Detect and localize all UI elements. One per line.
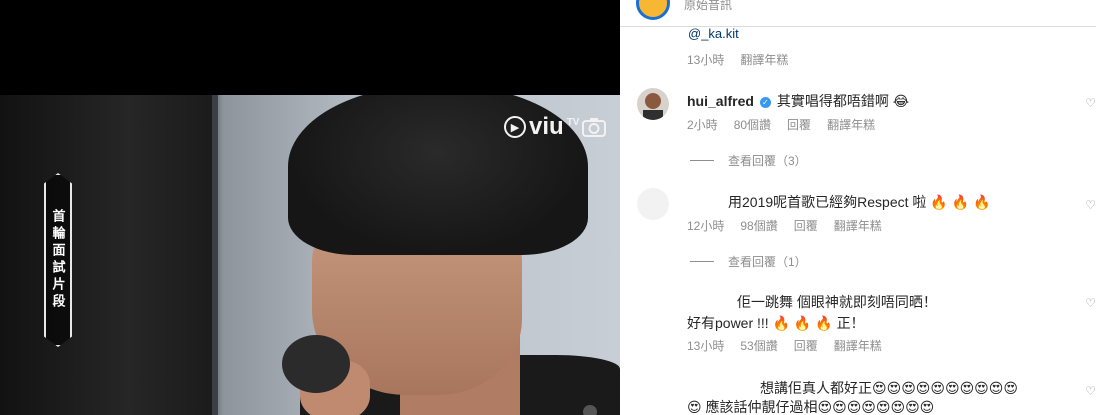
- more-options-icon[interactable]: [583, 405, 597, 415]
- avatar-photo-icon: [637, 88, 669, 120]
- heart-eyes-emoji: 😍😍😍😍😍😍😍😍: [817, 399, 935, 415]
- view-replies-label[interactable]: 查看回覆（1）: [728, 253, 807, 270]
- microphone: [282, 335, 350, 393]
- comment-body: 其實唱得都唔錯啊: [776, 93, 889, 109]
- video-player[interactable]: ▶ viu TV 首輪面試片段: [0, 0, 620, 415]
- original-audio-label[interactable]: 原始音訊: [684, 0, 732, 13]
- comment-text-3a: 佢一跳舞 個眼神就即刻唔同晒！: [737, 292, 937, 312]
- camera-icon: [582, 118, 607, 137]
- reply-button[interactable]: 回覆: [794, 337, 818, 354]
- reply-button[interactable]: 回覆: [794, 217, 818, 234]
- comment-body-line2: 好有power !!!: [687, 315, 769, 331]
- comment-meta-1: 2小時 80個讚 回覆 翻譯年糕: [687, 116, 875, 133]
- replies-dash: [690, 160, 714, 161]
- comment-text-4b: 😍 應該話仲靚仔過相😍😍😍😍😍😍😍😍: [687, 397, 934, 415]
- comment-meta-2: 12小時 98個讚 回覆 翻譯年糕: [687, 217, 882, 234]
- translate-button[interactable]: 翻譯年糕: [834, 337, 882, 354]
- view-replies-1[interactable]: 查看回覆（3）: [690, 152, 807, 169]
- comment-username[interactable]: hui_alfred: [687, 93, 754, 109]
- heart-icon[interactable]: ♡: [1085, 384, 1096, 398]
- comment-time: 13小時: [687, 53, 725, 67]
- heart-icon[interactable]: ♡: [1085, 96, 1096, 110]
- post-header: 原始音訊: [620, 0, 1096, 27]
- comment-time: 12小時: [687, 219, 725, 233]
- avatar[interactable]: [637, 88, 669, 120]
- comments-panel: 原始音訊 @_ka.kit 13小時 翻譯年糕 hui_alfred ✓ 其實唱得都…: [620, 0, 1096, 415]
- heart-icon[interactable]: ♡: [1085, 296, 1096, 310]
- clip-badge-text: 首輪面試片段: [50, 209, 66, 311]
- fire-emoji: 🔥 🔥 🔥: [930, 194, 991, 210]
- comment-body-end: 正！: [836, 315, 865, 331]
- viu-brand-text: viu: [529, 113, 564, 140]
- comment-meta-3: 13小時 53個讚 回覆 翻譯年糕: [687, 337, 882, 354]
- translate-button[interactable]: 翻譯年糕: [740, 51, 788, 68]
- likes-count[interactable]: 98個讚: [740, 217, 777, 234]
- video-backdrop-curtain: [0, 95, 215, 415]
- comment-text-2: 用2019呢首歌已經夠Respect 啦 🔥 🔥 🔥: [728, 192, 990, 212]
- heart-icon[interactable]: ♡: [1085, 198, 1096, 212]
- laugh-emoji: 😂: [892, 93, 910, 109]
- reply-button[interactable]: 回覆: [787, 116, 811, 133]
- comment-text-4a: 想講佢真人都好正😍😍😍😍😍😍😍😍😍😍: [760, 378, 1018, 398]
- view-replies-label[interactable]: 查看回覆（3）: [728, 152, 807, 169]
- viu-tv-logo: ▶ viu TV: [504, 113, 607, 141]
- likes-count[interactable]: 80個讚: [734, 116, 771, 133]
- verified-badge-icon: ✓: [759, 96, 771, 108]
- comment-text-3b: 好有power !!! 🔥 🔥 🔥 正！: [687, 313, 865, 333]
- viu-brand-sub: TV: [566, 116, 580, 128]
- clip-badge: 首輪面試片段: [44, 173, 72, 347]
- heart-eyes-emoji: 😍😍😍😍😍😍😍😍😍😍: [872, 380, 1018, 396]
- video-backdrop-edge: [212, 95, 218, 415]
- translate-button[interactable]: 翻譯年糕: [834, 217, 882, 234]
- replies-dash: [690, 261, 714, 262]
- mention-meta: 13小時 翻譯年糕: [687, 51, 788, 68]
- video-frame: ▶ viu TV 首輪面試片段: [0, 95, 620, 415]
- comment-text-1: hui_alfred ✓ 其實唱得都唔錯啊 😂: [687, 91, 909, 111]
- comment-time: 2小時: [687, 118, 718, 132]
- mention-link[interactable]: @_ka.kit: [688, 26, 739, 41]
- play-icon: ▶: [504, 116, 526, 138]
- view-replies-2[interactable]: 查看回覆（1）: [690, 253, 807, 270]
- likes-count[interactable]: 53個讚: [740, 337, 777, 354]
- avatar[interactable]: [637, 188, 669, 220]
- header-avatar[interactable]: [636, 0, 670, 20]
- comment-body: 用2019呢首歌已經夠Respect 啦: [728, 194, 927, 210]
- fire-emoji: 🔥 🔥 🔥: [772, 315, 833, 331]
- translate-button[interactable]: 翻譯年糕: [827, 116, 875, 133]
- heart-eyes-emoji: 😍: [687, 399, 702, 415]
- comment-body: 想講佢真人都好正: [760, 380, 872, 396]
- comment-body: 佢一跳舞 個眼神就即刻唔同晒！: [737, 294, 937, 310]
- comment-time: 13小時: [687, 339, 725, 353]
- comment-body-line2: 應該話仲靚仔過相: [705, 399, 818, 415]
